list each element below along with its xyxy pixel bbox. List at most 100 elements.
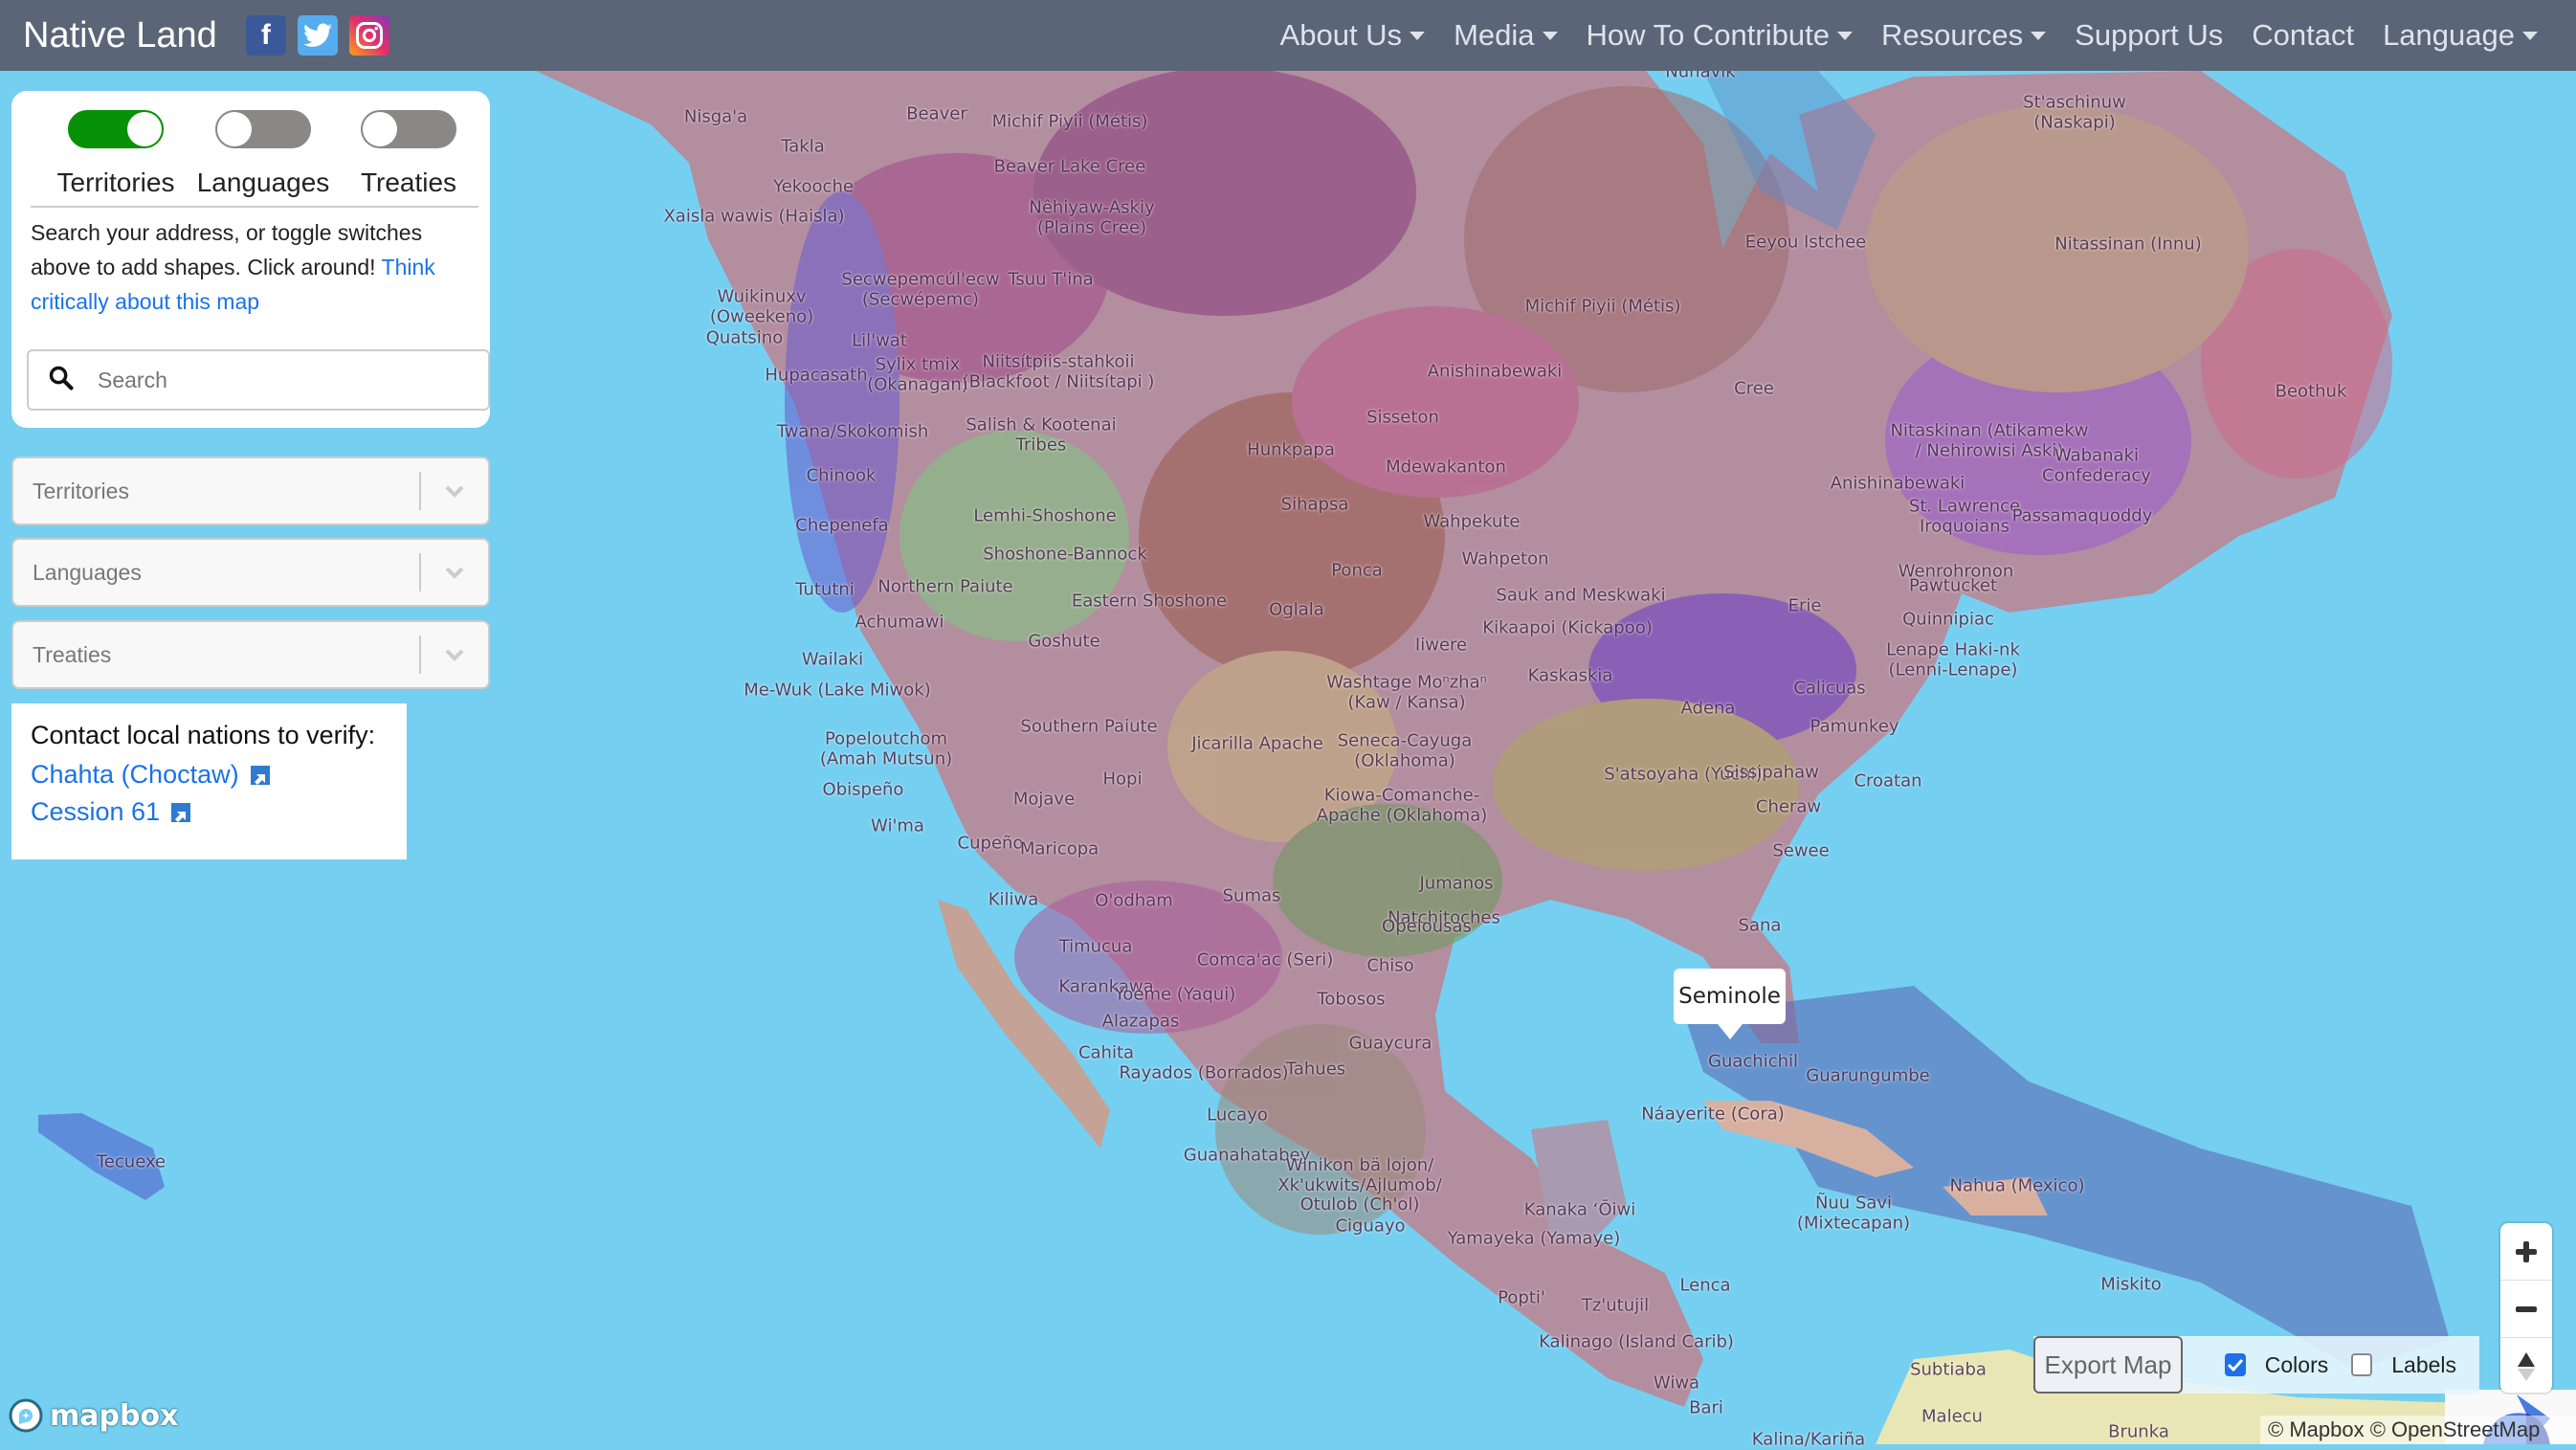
nav-contact[interactable]: Contact — [2252, 18, 2354, 53]
territory-label[interactable]: Maricopa — [1020, 839, 1099, 860]
territory-label[interactable]: Lemhi-Shoshone — [973, 506, 1116, 527]
territory-label[interactable]: Mdewakanton — [1386, 457, 1506, 479]
territory-label[interactable]: Quatsino — [706, 328, 783, 349]
territory-label[interactable]: Tecuexe — [97, 1152, 166, 1173]
territory-label[interactable]: Secwepemcúl'ecw (Secwépemc) — [841, 269, 999, 309]
territory-label[interactable]: Tobosos — [1317, 990, 1385, 1011]
territory-label[interactable]: Nahua (Mexico) — [1950, 1176, 2085, 1197]
territory-label[interactable]: Timucua — [1059, 937, 1133, 958]
territory-label[interactable]: Chinook — [807, 466, 877, 487]
territory-label[interactable]: St. Lawrence Iroquoians — [1909, 496, 2020, 536]
territory-label[interactable]: Kikaapoi (Kickapoo) — [1482, 618, 1652, 639]
mapbox-logo[interactable]: mapbox — [8, 1397, 178, 1434]
territory-label[interactable]: Croatan — [1854, 771, 1921, 792]
territory-label[interactable]: Mojave — [1013, 790, 1075, 811]
territory-label[interactable]: Xaisla wawis (Haisla) — [663, 207, 844, 228]
territory-label[interactable]: Eastern Shoshone — [1072, 591, 1227, 613]
territory-label[interactable]: Takla — [781, 137, 825, 158]
external-link-icon[interactable] — [250, 765, 270, 785]
territory-label[interactable]: Nitassinan (Innu) — [2054, 234, 2201, 256]
territory-label[interactable]: Hunkpapa — [1247, 440, 1335, 461]
territory-label[interactable]: Malecu — [1921, 1407, 1983, 1428]
nav-about-us[interactable]: About Us — [1280, 18, 1426, 53]
territory-label[interactable]: Michif Piyii (Métis) — [1525, 297, 1681, 318]
territory-label[interactable]: Beaver — [906, 104, 967, 125]
zoom-out-button[interactable] — [2500, 1281, 2552, 1338]
territory-label[interactable]: Michif Piyii (Métis) — [992, 112, 1148, 133]
territory-label[interactable]: Goshute — [1028, 632, 1099, 653]
territory-label[interactable]: Yoeme (Yaqui) — [1115, 985, 1235, 1006]
nav-support-us[interactable]: Support Us — [2075, 18, 2223, 53]
toggle-territories[interactable]: Territories — [44, 110, 188, 198]
territory-label[interactable]: Niitsítpiis-stahkoii (Blackfoot / Niitsí… — [963, 351, 1155, 391]
colors-checkbox[interactable] — [2224, 1353, 2246, 1376]
territory-label[interactable]: Jicarilla Apache — [1191, 734, 1323, 755]
territory-label[interactable]: Pamunkey — [1810, 717, 1899, 738]
territory-label[interactable]: Pawtucket — [1909, 576, 1997, 597]
territory-label[interactable]: Sumas — [1223, 886, 1281, 907]
brand-title[interactable]: Native Land — [23, 15, 217, 56]
territory-label[interactable]: Tz'utujil — [1582, 1296, 1649, 1317]
territory-label[interactable]: Guaycura — [1349, 1034, 1432, 1055]
search-input[interactable] — [96, 366, 463, 394]
nation-link-label[interactable]: Cession 61 — [31, 797, 160, 827]
territory-label[interactable]: Lucayo — [1207, 1105, 1268, 1127]
territory-label[interactable]: Wailaki — [802, 650, 863, 671]
territory-label[interactable]: Guachichil — [1708, 1052, 1798, 1073]
territory-label[interactable]: Hopi — [1103, 770, 1143, 791]
territories-select[interactable]: Territories — [11, 457, 490, 525]
territory-label[interactable]: Beothuk — [2276, 382, 2347, 403]
territory-label[interactable]: Sewee — [1772, 841, 1829, 862]
territory-label[interactable]: Comca'ac (Seri) — [1197, 950, 1334, 971]
territory-label[interactable]: Cree — [1734, 379, 1774, 400]
territory-label[interactable]: Tututni — [795, 580, 855, 601]
territory-label[interactable]: Tsuu T'ina — [1008, 270, 1093, 291]
territory-label[interactable]: Obispeño — [823, 780, 904, 801]
territory-label[interactable]: Twana/Skokomish — [777, 422, 929, 443]
territory-label[interactable]: Northern Paiute — [877, 577, 1012, 598]
labels-checkbox[interactable] — [2351, 1353, 2373, 1376]
territory-label[interactable]: Kalina/Kariña — [1752, 1430, 1865, 1450]
territory-label[interactable]: Wahpeton — [1461, 549, 1548, 570]
territory-label[interactable]: Wi'ma — [871, 816, 924, 837]
territory-label[interactable]: Náayerite (Cora) — [1641, 1104, 1785, 1126]
territory-label[interactable]: Cheraw — [1756, 797, 1821, 818]
territory-label[interactable]: Cahita — [1078, 1043, 1134, 1064]
nation-link[interactable]: Cession 61 — [31, 797, 388, 827]
territory-label[interactable]: Anishinabewaki — [1831, 474, 1965, 495]
territory-label[interactable]: Salish & Kootenai Tribes — [966, 414, 1116, 455]
territory-label[interactable]: Achumawi — [855, 613, 944, 634]
territory-label[interactable]: Yekooche — [773, 177, 854, 198]
territory-label[interactable]: Iiwere — [1415, 636, 1467, 657]
territory-label[interactable]: Sauk and Meskwaki — [1496, 586, 1665, 607]
territory-label[interactable]: Erie — [1788, 596, 1822, 617]
territory-label[interactable]: Sissipahaw — [1723, 763, 1819, 784]
territory-label[interactable]: Kiowa-Comanche- Apache (Oklahoma) — [1317, 785, 1488, 825]
compass-button[interactable] — [2500, 1338, 2552, 1394]
territory-label[interactable]: Calicuas — [1793, 679, 1865, 700]
chevron-down-icon[interactable] — [421, 565, 488, 580]
territory-label[interactable]: Popti' — [1498, 1288, 1545, 1309]
nation-link-label[interactable]: Chahta (Choctaw) — [31, 760, 239, 790]
territory-label[interactable]: Sylix tmix (Okanagan) — [867, 354, 968, 394]
territory-label[interactable]: Kiliwa — [988, 890, 1039, 911]
territory-label[interactable]: Winikon bä lojon/ Xk'ukwits/Ajlumob/ Otu… — [1277, 1155, 1442, 1216]
chevron-down-icon[interactable] — [421, 647, 488, 662]
territory-label[interactable]: Lenape Haki-nk (Lenni-Lenape) — [1886, 639, 2020, 680]
territory-label[interactable]: Popeloutchom (Amah Mutsun) — [820, 728, 952, 769]
territory-label[interactable]: Jumanos — [1419, 874, 1493, 895]
nav-language[interactable]: Language — [2383, 18, 2538, 53]
chevron-down-icon[interactable] — [421, 483, 488, 499]
instagram-icon[interactable] — [348, 15, 389, 56]
territory-label[interactable]: Lenca — [1679, 1276, 1730, 1297]
toggle-treaties[interactable]: Treaties — [337, 110, 480, 198]
external-link-icon[interactable] — [171, 802, 191, 822]
territory-label[interactable]: Kaskaskia — [1528, 666, 1613, 687]
territory-label[interactable]: Anishinabewaki — [1428, 362, 1563, 383]
territory-label[interactable]: Alazapas — [1102, 1012, 1180, 1033]
languages-select[interactable]: Languages — [11, 538, 490, 607]
nav-resources[interactable]: Resources — [1881, 18, 2047, 53]
toggle-languages[interactable]: Languages — [191, 110, 335, 198]
territory-label[interactable]: Sana — [1739, 916, 1782, 937]
territory-label[interactable]: Wiwa — [1654, 1373, 1699, 1394]
